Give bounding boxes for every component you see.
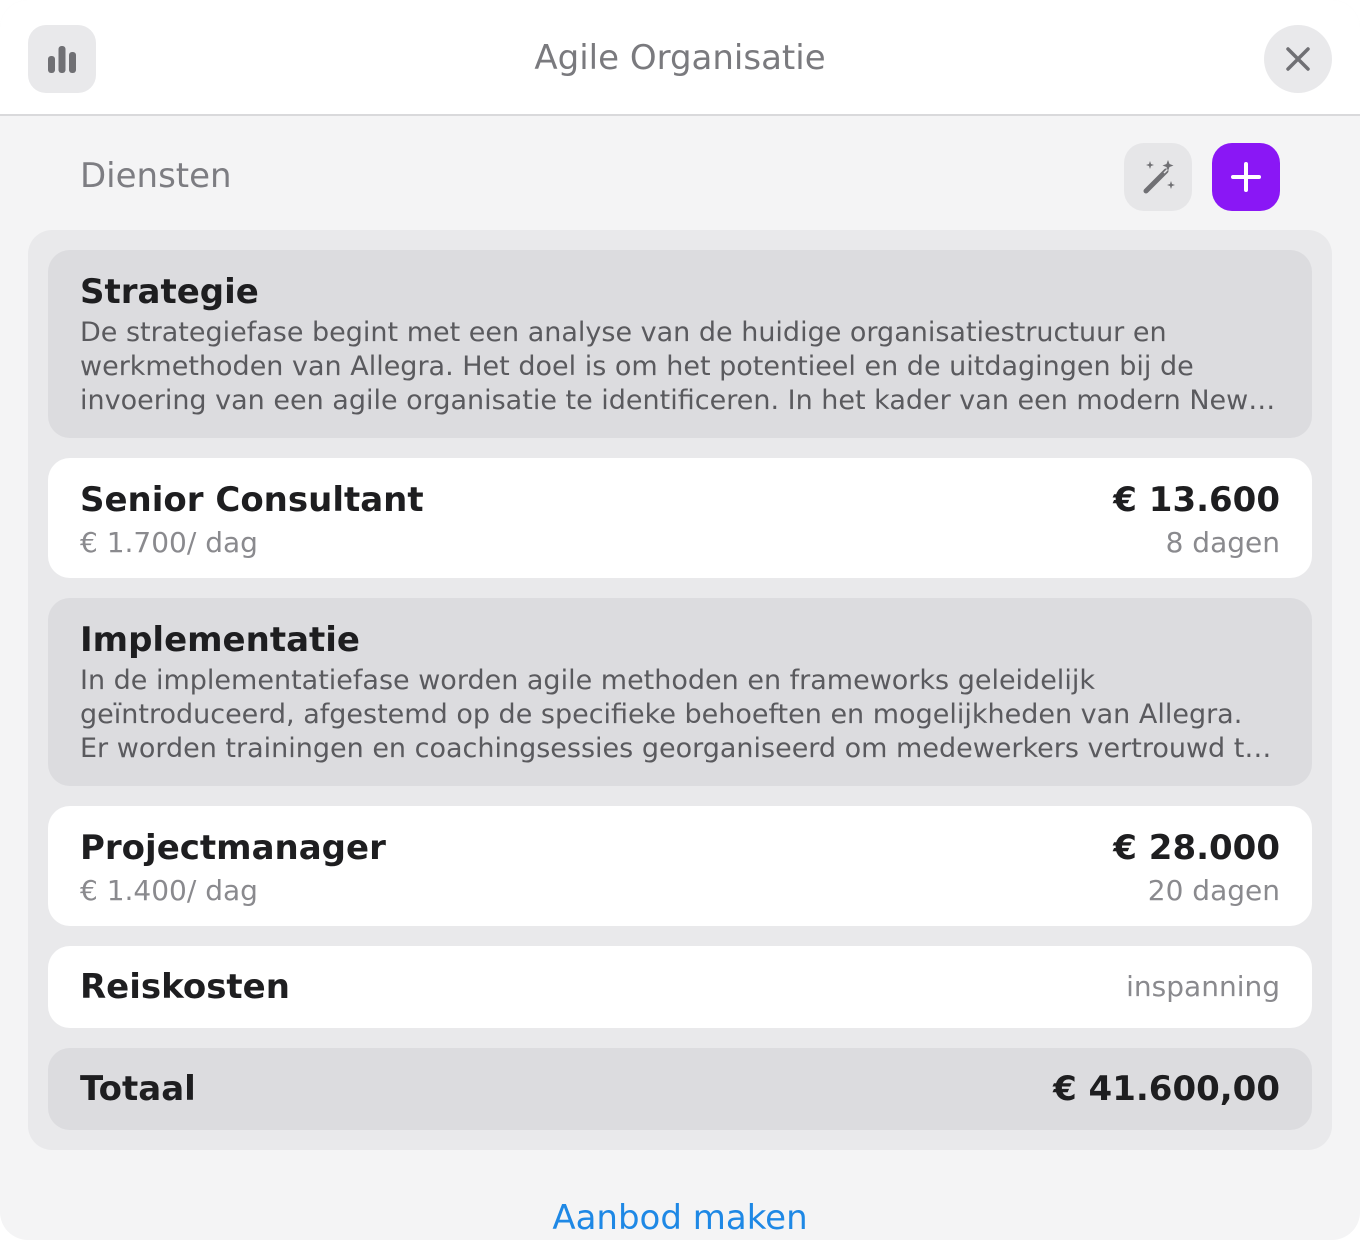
chart-button[interactable] <box>28 25 96 93</box>
role-amount: € 28.000 <box>1113 828 1280 868</box>
close-button[interactable] <box>1264 25 1332 93</box>
role-title: Projectmanager <box>80 828 386 868</box>
role-days: 8 dagen <box>1165 526 1280 559</box>
role-rate: € 1.700/ dag <box>80 526 258 559</box>
total-row: Totaal € 41.600,00 <box>48 1048 1312 1130</box>
add-service-button[interactable] <box>1212 143 1280 211</box>
close-icon <box>1286 47 1310 71</box>
section-title: Diensten <box>80 156 232 196</box>
description-line: werkmethoden van Allegra. Het doel is om… <box>80 351 1194 382</box>
description-line: In de implementatiefase worden agile met… <box>80 665 1095 696</box>
phase-title: Implementatie <box>80 620 360 660</box>
window-title: Agile Organisatie <box>534 38 826 78</box>
total-amount: € 41.600,00 <box>1053 1069 1280 1109</box>
phase-card-strategie[interactable]: Strategie De strategiefase begint met ee… <box>48 250 1312 438</box>
phase-description: De strategiefase begint met een analyse … <box>80 316 1280 418</box>
magic-wand-icon <box>1143 160 1175 194</box>
create-offer-link[interactable]: Aanbod maken <box>0 1198 1360 1238</box>
description-line: Er worden trainingen en coachingsessies … <box>80 733 1272 764</box>
description-line: invoering van een agile organisatie te i… <box>80 385 1280 416</box>
phase-title: Strategie <box>80 272 259 312</box>
total-label: Totaal <box>80 1069 196 1109</box>
dialog-window: Agile Organisatie Diensten Strategie De … <box>0 0 1360 1240</box>
expense-card-reiskosten[interactable]: Reiskosten inspanning <box>48 946 1312 1028</box>
title-bar: Agile Organisatie <box>0 0 1360 116</box>
description-line: geïntroduceerd, afgestemd op de specifie… <box>80 699 1243 730</box>
role-card-senior-consultant[interactable]: Senior Consultant € 1.700/ dag € 13.600 … <box>48 458 1312 578</box>
plus-icon <box>1231 162 1261 192</box>
expense-type: inspanning <box>1126 970 1280 1003</box>
role-title: Senior Consultant <box>80 480 424 520</box>
role-days: 20 dagen <box>1147 874 1280 907</box>
magic-generate-button[interactable] <box>1124 143 1192 211</box>
phase-description: In de implementatiefase worden agile met… <box>80 664 1280 766</box>
role-amount: € 13.600 <box>1113 480 1280 520</box>
description-line: De strategiefase begint met een analyse … <box>80 317 1167 348</box>
role-rate: € 1.400/ dag <box>80 874 258 907</box>
bar-chart-icon <box>48 46 76 73</box>
expense-title: Reiskosten <box>80 967 290 1007</box>
phase-card-implementatie[interactable]: Implementatie In de implementatiefase wo… <box>48 598 1312 786</box>
role-card-projectmanager[interactable]: Projectmanager € 1.400/ dag € 28.000 20 … <box>48 806 1312 926</box>
